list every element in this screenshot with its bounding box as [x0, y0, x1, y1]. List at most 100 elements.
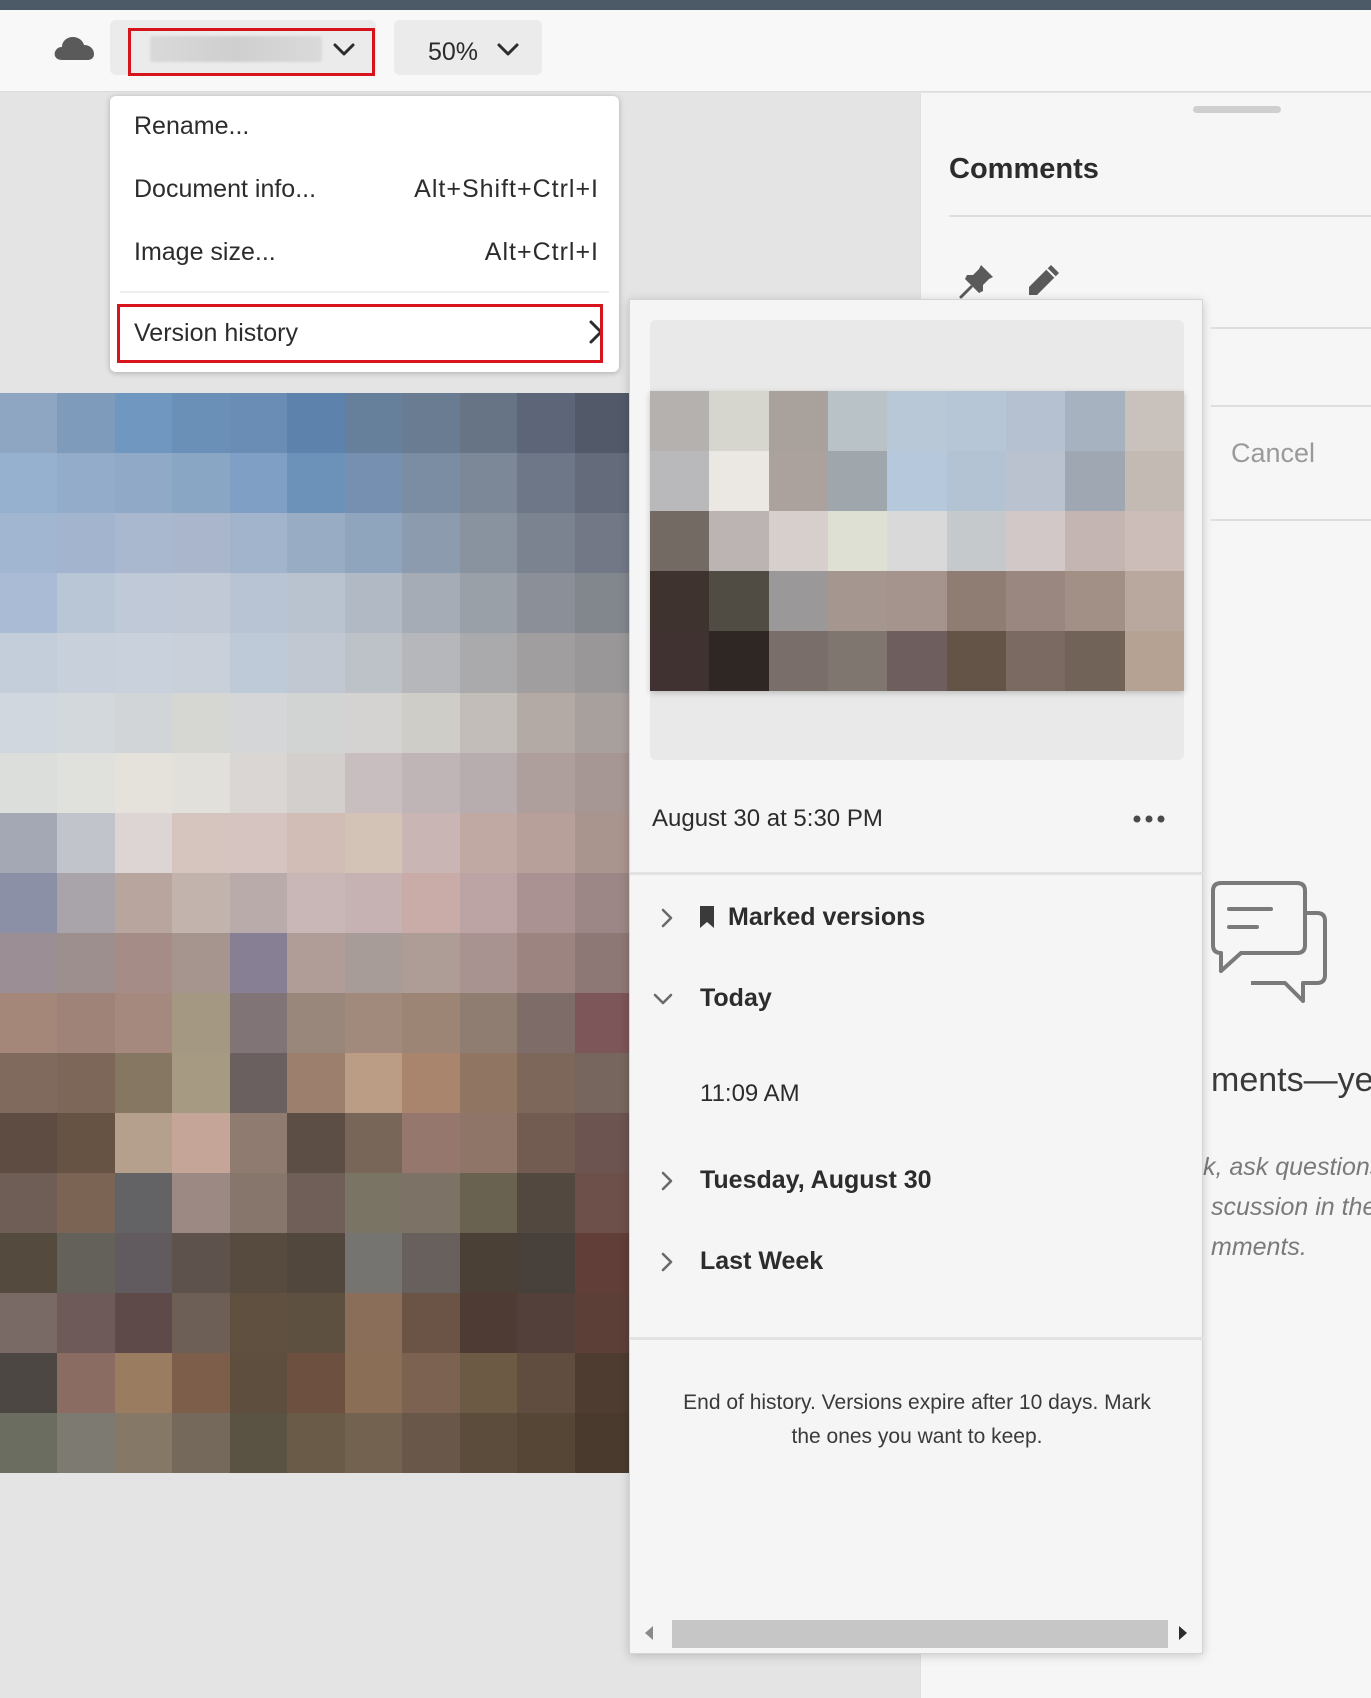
image-pixel-block [459, 1413, 518, 1473]
version-group-label: Today [700, 984, 772, 1012]
image-pixel-block [344, 573, 403, 633]
scroll-right-arrow-icon[interactable] [1178, 1626, 1188, 1640]
horizontal-scrollbar[interactable] [638, 1618, 1194, 1648]
comments-empty-text: scussion in the [1211, 1193, 1371, 1221]
image-pixel-block [57, 813, 115, 873]
image-pixel-block [517, 993, 575, 1053]
image-pixel-block [459, 813, 518, 873]
image-pixel-block [172, 573, 230, 633]
chevron-down-icon[interactable] [496, 40, 520, 60]
current-version-date: August 30 at 5:30 PM [652, 805, 883, 832]
pin-icon[interactable] [957, 261, 997, 301]
image-pixel-block [114, 453, 173, 513]
more-icon[interactable] [1132, 813, 1166, 825]
thumbnail-pixel-block [827, 571, 888, 631]
image-pixel-block [517, 813, 575, 873]
image-pixel-block [172, 513, 230, 573]
zoom-level-label[interactable]: 50% [428, 38, 478, 67]
menu-divider [120, 291, 609, 293]
image-pixel-block [0, 1293, 58, 1353]
scrollbar-thumb[interactable] [672, 1620, 1168, 1648]
image-pixel-block [402, 813, 460, 873]
image-pixel-block [114, 1113, 173, 1173]
image-pixel-block [459, 753, 518, 813]
scroll-left-arrow-icon[interactable] [644, 1626, 654, 1640]
image-pixel-block [287, 753, 345, 813]
image-pixel-block [229, 993, 288, 1053]
thumbnail-pixel-block [887, 451, 947, 511]
chevron-right-icon[interactable] [656, 1251, 678, 1273]
image-pixel-block [57, 573, 115, 633]
image-pixel-block [57, 1113, 115, 1173]
image-pixel-block [459, 513, 518, 573]
thumbnail-pixel-block [768, 511, 828, 571]
menu-item-document-info[interactable]: Document info... Alt+Shift+Ctrl+I [110, 158, 619, 218]
pencil-icon[interactable] [1025, 261, 1063, 299]
menu-item-rename[interactable]: Rename... [110, 96, 619, 156]
thumbnail-pixel-block [827, 631, 888, 691]
thumbnail-pixel-block [1124, 391, 1184, 451]
image-pixel-block [172, 453, 230, 513]
thumbnail-pixel-block [768, 451, 828, 511]
image-pixel-block [114, 393, 173, 453]
image-pixel-block [344, 753, 403, 813]
image-pixel-block [574, 1173, 632, 1233]
thumbnail-pixel-block [709, 571, 769, 631]
image-pixel-block [172, 693, 230, 753]
thumbnail-pixel-block [1005, 391, 1066, 451]
image-pixel-block [517, 573, 575, 633]
chevron-down-icon[interactable] [332, 40, 356, 60]
image-pixel-block [0, 1413, 58, 1473]
image-pixel-block [287, 1173, 345, 1233]
image-pixel-block [459, 933, 518, 993]
thumbnail-pixel-block [1124, 451, 1184, 511]
image-pixel-block [114, 933, 173, 993]
image-pixel-block [0, 693, 58, 753]
version-thumbnail[interactable] [650, 391, 1184, 691]
image-pixel-block [517, 1113, 575, 1173]
thumbnail-pixel-block [946, 451, 1006, 511]
divider [949, 215, 1371, 217]
menu-item-version-history[interactable]: Version history [110, 302, 619, 362]
image-pixel-block [344, 633, 403, 693]
image-pixel-block [287, 513, 345, 573]
image-pixel-block [0, 873, 58, 933]
cancel-button[interactable]: Cancel [1231, 438, 1315, 469]
image-pixel-block [574, 1113, 632, 1173]
image-pixel-block [402, 993, 460, 1053]
image-pixel-block [57, 1353, 115, 1413]
image-pixel-block [402, 393, 460, 453]
image-pixel-block [0, 513, 58, 573]
chevron-right-icon[interactable] [656, 907, 678, 929]
thumbnail-pixel-block [946, 391, 1006, 451]
image-pixel-block [172, 393, 230, 453]
chat-bubble-icon [1211, 881, 1327, 1003]
image-pixel-block [0, 453, 58, 513]
canvas-image[interactable] [0, 393, 632, 1473]
image-pixel-block [574, 393, 632, 453]
image-pixel-block [459, 1113, 518, 1173]
image-pixel-block [574, 573, 632, 633]
image-pixel-block [0, 993, 58, 1053]
image-pixel-block [229, 393, 288, 453]
image-pixel-block [114, 1353, 173, 1413]
version-history-footer: End of history. Versions expire after 10… [683, 1391, 1151, 1448]
menu-item-image-size[interactable]: Image size... Alt+Ctrl+I [110, 222, 619, 282]
image-pixel-block [57, 513, 115, 573]
chevron-right-icon[interactable] [656, 1170, 678, 1192]
image-pixel-block [114, 1053, 173, 1113]
thumbnail-pixel-block [768, 391, 828, 451]
panel-drag-handle[interactable] [1193, 106, 1281, 113]
image-pixel-block [0, 633, 58, 693]
image-pixel-block [114, 573, 173, 633]
image-pixel-block [229, 753, 288, 813]
divider [1211, 327, 1371, 329]
chevron-down-icon[interactable] [652, 988, 674, 1010]
image-pixel-block [229, 1173, 288, 1233]
image-pixel-block [344, 453, 403, 513]
cloud-icon[interactable] [52, 34, 96, 62]
image-pixel-block [517, 1293, 575, 1353]
version-entry[interactable]: 11:09 AM [700, 1080, 800, 1108]
image-pixel-block [459, 633, 518, 693]
image-pixel-block [57, 873, 115, 933]
